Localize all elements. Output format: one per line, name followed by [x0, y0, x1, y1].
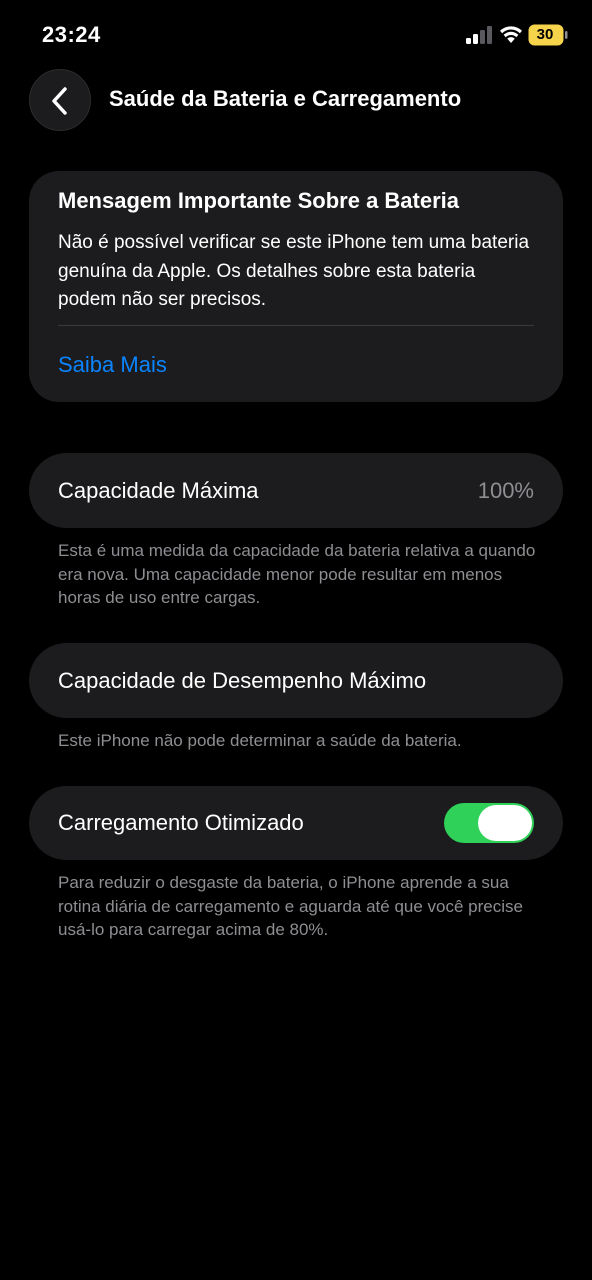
chevron-left-icon [52, 87, 67, 115]
back-button[interactable] [29, 69, 91, 131]
max-capacity-label: Capacidade Máxima [58, 478, 259, 503]
toggle-knob [478, 805, 532, 841]
max-capacity-row: Capacidade Máxima 100% [29, 453, 563, 528]
status-bar: 23:24 30 [0, 0, 592, 70]
optimized-charging-row: Carregamento Otimizado [29, 786, 563, 860]
message-title: Mensagem Importante Sobre a Bateria [58, 188, 460, 213]
optimized-charging-toggle[interactable] [444, 803, 534, 843]
wifi-icon [500, 26, 522, 43]
cellular-signal-icon [466, 26, 492, 44]
page-title: Saúde da Bateria e Carregamento [109, 86, 462, 111]
message-divider [58, 325, 534, 326]
max-capacity-value: 100% [477, 478, 534, 503]
message-body: Não é possível verificar se este iPhone … [58, 232, 530, 310]
learn-more-link[interactable]: Saiba Mais [58, 352, 167, 378]
battery-message-card: Mensagem Importante Sobre a Bateria Não … [29, 171, 563, 402]
peak-performance-note: Este iPhone não pode determinar a saúde … [58, 731, 462, 750]
peak-performance-row: Capacidade de Desempenho Máximo [29, 643, 563, 718]
optimized-charging-label: Carregamento Otimizado [58, 810, 304, 835]
peak-performance-label: Capacidade de Desempenho Máximo [58, 668, 427, 693]
battery-level-text: 30 [536, 26, 554, 43]
max-capacity-note: Esta é uma medida da capacidade da bater… [58, 541, 536, 607]
optimized-charging-note: Para reduzir o desgaste da bateria, o iP… [58, 873, 523, 939]
status-time: 23:24 [42, 22, 101, 47]
